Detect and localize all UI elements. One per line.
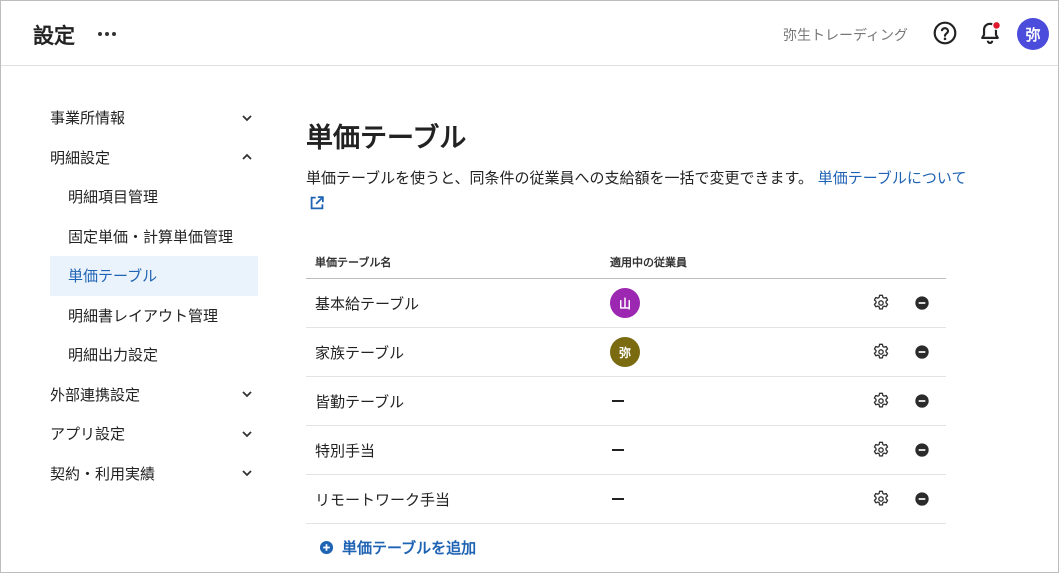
- table-row: 基本給テーブル 山: [306, 279, 946, 328]
- notification-bell-icon[interactable]: [977, 20, 1003, 46]
- sidebar-item-app-settings[interactable]: アプリ設定: [50, 414, 258, 454]
- table-name-cell: 家族テーブル: [315, 343, 405, 362]
- sidebar-item-unit-price-table[interactable]: 単価テーブル: [50, 256, 258, 296]
- sidebar-item-statement-items[interactable]: 明細項目管理: [50, 177, 258, 217]
- remove-icon[interactable]: [912, 489, 932, 509]
- remove-icon[interactable]: [912, 293, 932, 313]
- table-header: 単価テーブル名 適用中の従業員: [306, 246, 946, 279]
- gear-icon[interactable]: [871, 489, 891, 509]
- app-header: 設定 弥生トレーディング 弥: [1, 1, 1058, 66]
- no-employee-dash: [612, 400, 624, 402]
- user-avatar[interactable]: 弥: [1017, 18, 1049, 50]
- settings-sidebar: 事業所情報 明細設定 明細項目管理 固定単価・計算単価管理 単価テーブル 明細書…: [50, 98, 258, 493]
- table-name-cell: リモートワーク手当: [315, 490, 451, 509]
- sidebar-item-unit-price-management[interactable]: 固定単価・計算単価管理: [50, 217, 258, 257]
- employee-avatar[interactable]: 弥: [610, 337, 640, 367]
- more-options-button[interactable]: [94, 21, 120, 47]
- page-title: 単価テーブル: [306, 123, 467, 154]
- page-description: 単価テーブルを使うと、同条件の従業員への支給額を一括で変更できます。 単価テーブ…: [306, 165, 1021, 217]
- sidebar-item-statement-settings[interactable]: 明細設定: [50, 138, 258, 178]
- notification-dot: [991, 20, 1002, 30]
- no-employee-dash: [612, 449, 624, 451]
- chevron-down-icon: [242, 470, 252, 477]
- chevron-down-icon: [242, 115, 252, 122]
- remove-icon[interactable]: [912, 440, 932, 460]
- description-text: 単価テーブルを使うと、同条件の従業員への支給額を一括で変更できます。: [306, 169, 814, 187]
- add-button-label: 単価テーブルを追加: [342, 539, 477, 557]
- sidebar-item-integration[interactable]: 外部連携設定: [50, 375, 258, 415]
- help-icon[interactable]: [932, 20, 958, 46]
- column-header-employees: 適用中の従業員: [610, 256, 687, 269]
- gear-icon[interactable]: [871, 293, 891, 313]
- sidebar-item-label: 明細設定: [50, 148, 111, 167]
- table-row: 皆勤テーブル: [306, 377, 946, 426]
- add-circle-icon: [319, 540, 334, 555]
- external-link-icon[interactable]: [308, 194, 326, 212]
- settings-window: 設定 弥生トレーディング 弥 事業所情報 明細設定 明細項目管理 固定単価・計算…: [0, 0, 1059, 573]
- table-row: リモートワーク手当: [306, 475, 946, 524]
- sidebar-item-label: 単価テーブル: [68, 267, 158, 286]
- table-row: 家族テーブル 弥: [306, 328, 946, 377]
- chevron-up-icon: [242, 153, 252, 160]
- gear-icon[interactable]: [871, 440, 891, 460]
- gear-icon[interactable]: [871, 391, 891, 411]
- no-employee-dash: [612, 498, 624, 500]
- remove-icon[interactable]: [912, 391, 932, 411]
- main-content: 単価テーブル 単価テーブルを使うと、同条件の従業員への支給額を一括で変更できます…: [306, 119, 1026, 217]
- sidebar-item-label: 事業所情報: [50, 109, 126, 128]
- gear-icon[interactable]: [871, 342, 891, 362]
- chevron-down-icon: [242, 431, 252, 438]
- page-header-title: 設定: [33, 24, 75, 48]
- sidebar-item-statement-layout[interactable]: 明細書レイアウト管理: [50, 296, 258, 336]
- employee-avatar[interactable]: 山: [610, 288, 640, 318]
- sidebar-item-office-info[interactable]: 事業所情報: [50, 98, 258, 138]
- table-name-cell: 基本給テーブル: [315, 294, 420, 313]
- sidebar-item-label: 固定単価・計算単価管理: [68, 227, 234, 246]
- remove-icon[interactable]: [912, 342, 932, 362]
- sidebar-item-label: 明細項目管理: [68, 188, 159, 207]
- company-name[interactable]: 弥生トレーディング: [783, 25, 908, 45]
- sidebar-item-label: 明細出力設定: [68, 346, 159, 365]
- table-name-cell: 皆勤テーブル: [315, 392, 405, 411]
- sidebar-item-label: 明細書レイアウト管理: [68, 306, 219, 325]
- help-link[interactable]: 単価テーブルについて: [818, 169, 967, 187]
- unit-price-table: 単価テーブル名 適用中の従業員 基本給テーブル 山 家族テーブル 弥 皆勤テーブ…: [306, 246, 946, 524]
- sidebar-item-label: 契約・利用実績: [50, 464, 156, 483]
- sidebar-item-label: アプリ設定: [50, 425, 126, 444]
- table-row: 特別手当: [306, 426, 946, 475]
- sidebar-item-label: 外部連携設定: [50, 385, 141, 404]
- table-name-cell: 特別手当: [315, 441, 376, 460]
- chevron-down-icon: [242, 391, 252, 398]
- column-header-name: 単価テーブル名: [315, 256, 392, 269]
- sidebar-item-contract-usage[interactable]: 契約・利用実績: [50, 454, 258, 494]
- add-unit-price-table-button[interactable]: 単価テーブルを追加: [319, 537, 476, 558]
- sidebar-item-statement-output[interactable]: 明細出力設定: [50, 335, 258, 375]
